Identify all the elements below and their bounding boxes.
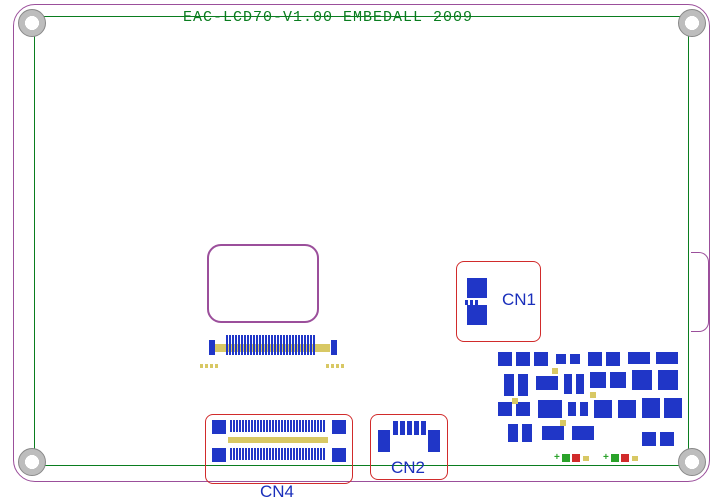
mounting-hole-br — [678, 448, 706, 476]
cn2-pins — [393, 421, 426, 435]
cn1-pad-top — [467, 278, 487, 298]
pcb-canvas: EAC-LCD70-V1.00 EMBEDALL 2009 CN1 CN2 CN… — [0, 0, 721, 501]
cn4-body-strip — [228, 437, 328, 443]
cn2-label: CN2 — [391, 458, 425, 478]
cap2-pos — [621, 454, 629, 462]
cn4-pins-bot — [230, 448, 325, 460]
cap1-y — [583, 456, 589, 461]
smd-y4 — [560, 420, 566, 426]
cn1-pad-bot — [467, 305, 487, 325]
fpc1-pad-r — [331, 340, 337, 355]
cn4-label: CN4 — [260, 482, 294, 502]
cn4-pins-top — [230, 420, 325, 432]
cn1-side-pins — [465, 300, 478, 305]
fpc1-pad-l — [209, 340, 215, 355]
smd-br1 — [642, 432, 656, 446]
cn4-pad-bl — [212, 448, 226, 462]
smd-br2 — [660, 432, 674, 446]
cn4-pad-br — [332, 448, 346, 462]
smd-row-yellow-left — [200, 364, 218, 368]
smd-row-yellow-right — [326, 364, 344, 368]
edge-connector-notch — [691, 252, 709, 332]
cap1-pos — [572, 454, 580, 462]
smd-y1 — [552, 368, 558, 374]
mounting-hole-bl — [18, 448, 46, 476]
cn4-pad-tr — [332, 420, 346, 434]
lcd-controller-outline — [207, 244, 319, 323]
cn4-pad-tl — [212, 420, 226, 434]
cap2-neg — [611, 454, 619, 462]
cn1-label: CN1 — [502, 290, 536, 310]
polarity-plus-1: + — [554, 452, 560, 463]
cap2-y — [632, 456, 638, 461]
board-title: EAC-LCD70-V1.00 EMBEDALL 2009 — [183, 9, 473, 26]
cn2-pad-r — [428, 430, 440, 452]
fpc-pins-1 — [226, 335, 315, 355]
cap1-neg — [562, 454, 570, 462]
mounting-hole-tl — [18, 9, 46, 37]
mounting-hole-tr — [678, 9, 706, 37]
smd-y2 — [512, 398, 518, 404]
polarity-plus-2: + — [603, 452, 609, 463]
smd-y3 — [590, 392, 596, 398]
cn2-pad-l — [378, 430, 390, 452]
